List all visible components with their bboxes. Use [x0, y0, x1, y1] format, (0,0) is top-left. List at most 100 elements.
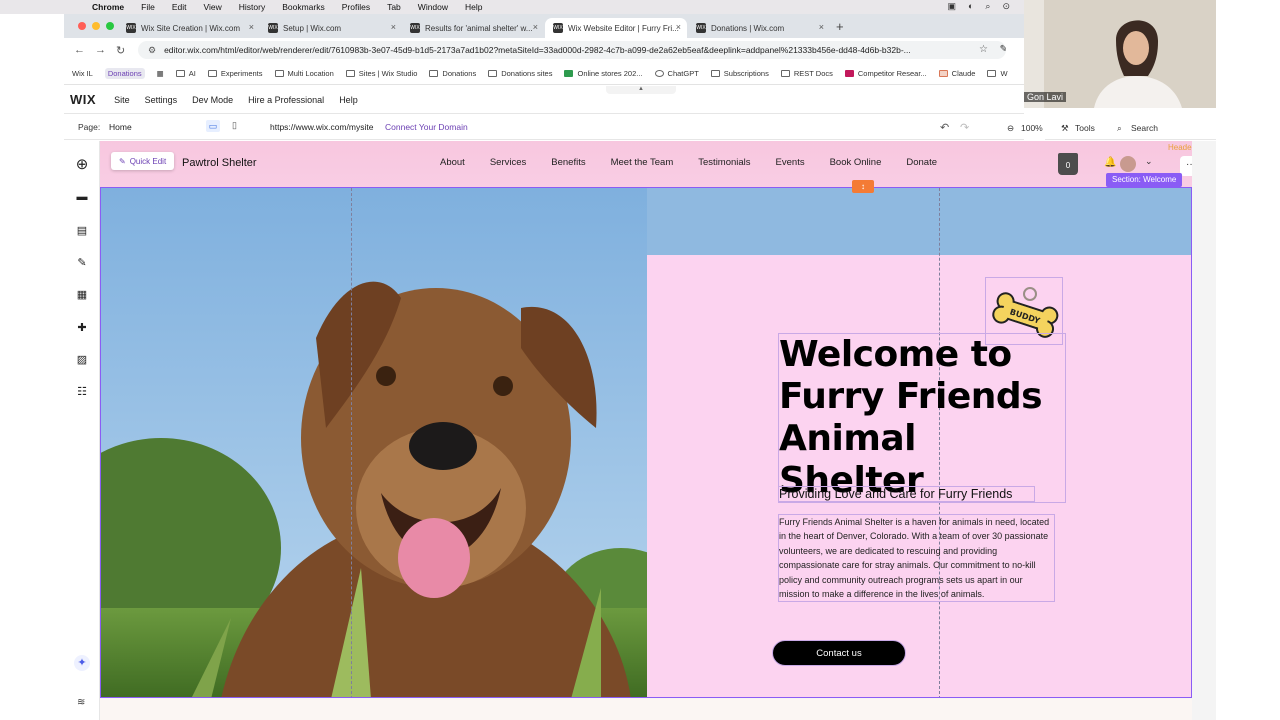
- ai-assistant-icon[interactable]: ✦: [74, 655, 90, 671]
- menu-site[interactable]: Site: [114, 95, 130, 105]
- bookmark-item[interactable]: Competitor Resear...: [844, 69, 927, 78]
- tools-button[interactable]: Tools: [1075, 123, 1095, 133]
- quick-edit-button[interactable]: ✎ Quick Edit: [111, 152, 175, 170]
- bookmark-folder[interactable]: AI: [175, 69, 196, 78]
- zoom-value[interactable]: 100%: [1021, 123, 1043, 133]
- mac-menu-tab[interactable]: Tab: [387, 2, 401, 12]
- section-resize-handle[interactable]: ↕: [852, 180, 874, 193]
- zoom-icon[interactable]: ⊖: [1007, 123, 1014, 134]
- close-tab-icon[interactable]: ×: [533, 22, 538, 32]
- mac-menu-window[interactable]: Window: [418, 2, 448, 12]
- site-brand[interactable]: Pawtrol Shelter: [182, 157, 257, 169]
- forward-icon[interactable]: →: [95, 44, 106, 56]
- browser-tab-active[interactable]: WIX Wix Website Editor | Furry Fri... ×: [545, 18, 687, 38]
- bookmark-item[interactable]: W: [987, 69, 1008, 78]
- bookmark-item[interactable]: Online stores 202...: [564, 69, 643, 78]
- wix-logo[interactable]: WIX: [70, 92, 96, 107]
- close-tab-icon[interactable]: ×: [819, 22, 824, 32]
- zoom-window-button[interactable]: [106, 22, 114, 30]
- nav-meet-the-team[interactable]: Meet the Team: [611, 157, 674, 168]
- reload-icon[interactable]: ↻: [116, 44, 125, 57]
- apps-icon[interactable]: ▦: [76, 288, 88, 301]
- mac-menu-bookmarks[interactable]: Bookmarks: [282, 2, 325, 12]
- search-button[interactable]: Search: [1131, 123, 1158, 133]
- welcome-subheading[interactable]: Providing Love and Care for Furry Friend…: [778, 486, 1035, 502]
- layers-icon[interactable]: ≋: [77, 697, 85, 708]
- section-label[interactable]: Section: Welcome: [1106, 173, 1183, 187]
- menu-settings[interactable]: Settings: [145, 95, 178, 105]
- member-avatar[interactable]: [1120, 156, 1136, 172]
- mac-menu-app[interactable]: Chrome: [92, 2, 124, 12]
- address-bar[interactable]: ⚙ editor.wix.com/html/editor/web/rendere…: [138, 41, 1006, 59]
- bookmark-item[interactable]: ChatGPT: [654, 69, 699, 78]
- dog-photo[interactable]: [101, 188, 647, 698]
- connect-domain-link[interactable]: Connect Your Domain: [385, 122, 468, 132]
- search-icon[interactable]: ⌕: [985, 1, 990, 12]
- media-icon[interactable]: ▨: [76, 353, 88, 366]
- nav-events[interactable]: Events: [776, 157, 805, 168]
- back-icon[interactable]: ←: [74, 44, 85, 56]
- mac-menu-view[interactable]: View: [203, 2, 221, 12]
- nav-donate[interactable]: Donate: [906, 157, 937, 168]
- contact-us-button[interactable]: Contact us: [772, 640, 906, 666]
- bell-icon[interactable]: 🔔: [1104, 157, 1116, 168]
- nav-book-online[interactable]: Book Online: [830, 157, 882, 168]
- mac-menu-edit[interactable]: Edit: [172, 2, 187, 12]
- welcome-heading[interactable]: Welcome to Furry Friends Animal Shelter: [778, 333, 1066, 503]
- new-tab-icon[interactable]: +: [836, 19, 844, 34]
- bookmark-folder[interactable]: Experiments: [207, 69, 263, 78]
- chevron-down-icon[interactable]: ⌄: [1145, 156, 1153, 167]
- browser-tab[interactable]: WIX Setup | Wix.com ×: [260, 18, 402, 38]
- close-window-button[interactable]: [78, 22, 86, 30]
- menu-help[interactable]: Help: [339, 95, 358, 105]
- control-center-icon[interactable]: ⊙: [1002, 1, 1010, 12]
- design-icon[interactable]: ✎: [76, 256, 88, 269]
- bookmark-item[interactable]: Claude: [938, 69, 975, 78]
- status-icon[interactable]: ◐: [968, 1, 973, 12]
- minimize-window-button[interactable]: [92, 22, 100, 30]
- search-icon[interactable]: ⌕: [1117, 123, 1122, 134]
- site-info-icon[interactable]: ⚙: [148, 45, 156, 56]
- pages-icon[interactable]: ▤: [76, 224, 88, 237]
- extension-pen-icon[interactable]: ✎: [1000, 44, 1006, 55]
- cart-icon[interactable]: 0: [1058, 153, 1078, 175]
- bookmark-item[interactable]: Donations: [104, 67, 145, 79]
- nav-benefits[interactable]: Benefits: [551, 157, 585, 168]
- mac-menu-file[interactable]: File: [141, 2, 155, 12]
- bookmark-item[interactable]: Sites | Wix Studio: [345, 69, 417, 78]
- browser-tab[interactable]: WIX Wix Site Creation | Wix.com ×: [118, 18, 260, 38]
- browser-tab[interactable]: WIX Donations | Wix.com ×: [688, 18, 830, 38]
- nav-testimonials[interactable]: Testimonials: [698, 157, 750, 168]
- site-header[interactable]: ✎ Quick Edit Pawtrol Shelter About Servi…: [100, 141, 1202, 187]
- close-tab-icon[interactable]: ×: [676, 22, 681, 32]
- menu-dev-mode[interactable]: Dev Mode: [192, 95, 233, 105]
- apps-grid-icon[interactable]: ▦: [157, 69, 164, 78]
- welcome-section[interactable]: BUDDY Welcome to Furry Friends Animal Sh…: [100, 187, 1192, 698]
- browser-tab[interactable]: WIX Results for 'animal shelter' w... ×: [402, 18, 544, 38]
- bookmark-folder[interactable]: Donations sites: [488, 69, 552, 78]
- add-elements-icon[interactable]: ⊕: [76, 156, 89, 173]
- mac-menu-profiles[interactable]: Profiles: [342, 2, 370, 12]
- business-apps-icon[interactable]: ✚: [76, 321, 88, 334]
- mac-menu-help[interactable]: Help: [465, 2, 482, 12]
- bookmark-folder[interactable]: Multi Location: [274, 69, 334, 78]
- bookmark-folder[interactable]: REST Docs: [780, 69, 833, 78]
- canvas-scrollbar[interactable]: [1192, 141, 1216, 720]
- desktop-view-icon[interactable]: ▭: [206, 120, 220, 132]
- page-selector[interactable]: Home: [109, 122, 132, 132]
- cms-icon[interactable]: ☷: [76, 385, 88, 398]
- close-tab-icon[interactable]: ×: [391, 22, 396, 32]
- tools-icon[interactable]: ⚒: [1061, 123, 1069, 134]
- collapse-topbar-handle[interactable]: ▲: [606, 86, 676, 94]
- welcome-paragraph[interactable]: Furry Friends Animal Shelter is a haven …: [778, 514, 1055, 603]
- add-section-icon[interactable]: ▬: [76, 191, 88, 203]
- undo-icon[interactable]: ↶: [940, 121, 949, 134]
- menu-hire-professional[interactable]: Hire a Professional: [248, 95, 324, 105]
- redo-icon[interactable]: ↷: [960, 121, 969, 134]
- bookmark-folder[interactable]: Donations: [429, 69, 476, 78]
- nav-about[interactable]: About: [440, 157, 465, 168]
- mobile-view-icon[interactable]: ▯: [232, 120, 237, 131]
- nav-services[interactable]: Services: [490, 157, 526, 168]
- screen-share-icon[interactable]: ▣: [947, 1, 956, 12]
- bookmark-star-icon[interactable]: ☆: [979, 44, 988, 55]
